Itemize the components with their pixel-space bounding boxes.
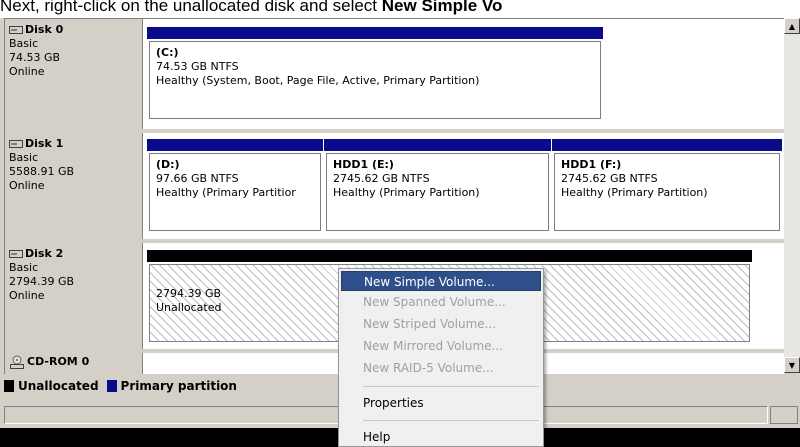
disk-size: 2794.39 GB xyxy=(9,275,75,288)
partition-filesystem: 74.53 GB NTFS xyxy=(156,60,239,73)
disk-label-1[interactable]: Disk 1 Basic 5588.91 GB Online xyxy=(5,133,143,239)
menu-item-new-mirrored-volume[interactable]: New Mirrored Volume... xyxy=(341,336,541,356)
legend-primary: Primary partition xyxy=(120,379,237,393)
disk-status: Online xyxy=(9,289,45,302)
disk-type: Basic xyxy=(9,151,39,164)
partition-f[interactable]: HDD1 (F:) 2745.62 GB NTFS Healthy (Prima… xyxy=(552,139,782,233)
scroll-up-arrow-icon[interactable]: ▲ xyxy=(784,18,800,34)
context-menu: New Simple Volume... New Spanned Volume.… xyxy=(338,268,544,447)
disk-status: Online xyxy=(9,179,45,192)
disk-name: Disk 1 xyxy=(25,137,64,150)
partition-health: Healthy (System, Boot, Page File, Active… xyxy=(156,74,480,87)
disk-row-0: Disk 0 Basic 74.53 GB Online (C:) 74.53 … xyxy=(5,19,784,129)
menu-separator xyxy=(363,386,539,387)
partition-name: HDD1 (F:) xyxy=(561,158,622,171)
partition-health: Healthy (Primary Partition) xyxy=(333,186,480,199)
hard-disk-icon xyxy=(9,250,23,258)
menu-item-new-spanned-volume[interactable]: New Spanned Volume... xyxy=(341,292,541,312)
vertical-scrollbar[interactable]: ▲ ▼ xyxy=(784,18,800,373)
menu-separator xyxy=(363,420,539,421)
scroll-down-arrow-icon[interactable]: ▼ xyxy=(784,357,800,373)
partition-filesystem: 2745.62 GB NTFS xyxy=(333,172,430,185)
disk-name: Disk 2 xyxy=(25,247,64,260)
partition-name: HDD1 (E:) xyxy=(333,158,394,171)
unallocated-swatch xyxy=(4,380,14,392)
partition-health: Healthy (Primary Partitior xyxy=(156,186,296,199)
partition-c[interactable]: (C:) 74.53 GB NTFS Healthy (System, Boot… xyxy=(147,27,603,121)
disk-size: 74.53 GB xyxy=(9,51,61,64)
disk-name: Disk 0 xyxy=(25,23,64,36)
disk-name: CD-ROM 0 xyxy=(27,355,90,368)
menu-item-help[interactable]: Help xyxy=(341,427,541,447)
instruction-caption: Next, right-click on the unallocated dis… xyxy=(0,0,800,18)
menu-item-new-simple-volume[interactable]: New Simple Volume... xyxy=(341,271,541,291)
menu-item-new-striped-volume[interactable]: New Striped Volume... xyxy=(341,314,541,334)
disk-label-2[interactable]: Disk 2 Basic 2794.39 GB Online xyxy=(5,243,143,349)
disk-status: Online xyxy=(9,65,45,78)
hard-disk-icon xyxy=(9,140,23,148)
partition-filesystem: 2745.62 GB NTFS xyxy=(561,172,658,185)
legend-unallocated: Unallocated xyxy=(18,379,99,393)
disk-row-1: Disk 1 Basic 5588.91 GB Online (D:) 97.6… xyxy=(5,133,784,239)
partition-name: (C:) xyxy=(156,46,179,59)
disk-type: Basic xyxy=(9,261,39,274)
status-bar-panel xyxy=(770,406,798,424)
primary-swatch xyxy=(106,380,117,392)
disk-size: 5588.91 GB xyxy=(9,165,75,178)
cdrom-icon xyxy=(9,355,25,369)
hard-disk-icon xyxy=(9,26,23,34)
caption-text: Next, right-click on the unallocated dis… xyxy=(0,0,382,15)
partition-health: Healthy (Primary Partition) xyxy=(561,186,708,199)
disk-label-0[interactable]: Disk 0 Basic 74.53 GB Online xyxy=(5,19,143,129)
disk-label-cdrom[interactable]: CD-ROM 0 xyxy=(5,353,143,374)
partition-name: (D:) xyxy=(156,158,180,171)
menu-item-new-raid5-volume[interactable]: New RAID-5 Volume... xyxy=(341,358,541,378)
menu-item-properties[interactable]: Properties xyxy=(341,393,541,413)
partition-e[interactable]: HDD1 (E:) 2745.62 GB NTFS Healthy (Prima… xyxy=(324,139,551,233)
partition-filesystem: 97.66 GB NTFS xyxy=(156,172,239,185)
partition-d[interactable]: (D:) 97.66 GB NTFS Healthy (Primary Part… xyxy=(147,139,323,233)
caption-bold-text: New Simple Vo xyxy=(381,0,503,15)
disk-type: Basic xyxy=(9,37,39,50)
